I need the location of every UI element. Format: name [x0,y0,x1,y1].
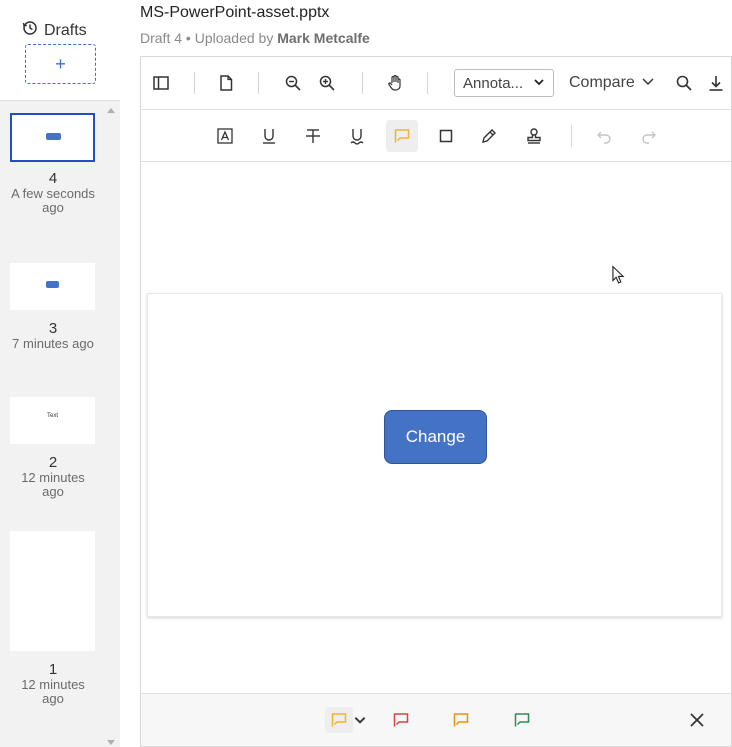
draft-time: 12 minutes ago [21,677,85,706]
thumbnail-button-shape [46,281,59,288]
zoom-in-icon[interactable] [312,68,342,98]
draft-thumbnail [10,531,95,651]
comment-icon[interactable] [386,120,418,152]
squiggly-underline-icon[interactable] [342,121,372,151]
text-box-icon[interactable] [210,121,240,151]
rectangle-icon[interactable] [431,121,461,151]
draft-label: Draft 4 [140,30,183,46]
document-viewer: Annota... Compare Change [140,56,732,747]
draft-number: 2 [48,454,58,471]
draft-item-4[interactable]: 4 A few seconds ago [10,113,96,215]
drafts-header: Drafts + [0,0,120,100]
pan-hand-icon[interactable] [380,68,410,98]
pencil-icon[interactable] [474,121,504,151]
draft-number: 3 [48,320,58,337]
drafts-title: Drafts [22,20,87,41]
compare-dropdown[interactable]: Compare [569,69,655,97]
add-draft-label: + [55,53,66,74]
file-title: MS-PowerPoint-asset.pptx [140,4,330,21]
comment-style-bar [141,693,731,746]
slide-page[interactable]: Change [147,293,722,617]
draft-time: 12 minutes ago [21,470,85,499]
annotation-mode-value: Annota... [463,74,524,92]
draft-thumbnail: Text [10,397,95,444]
download-icon[interactable] [701,68,731,98]
file-subtitle: Draft 4 • Uploaded by Mark Metcalfe [140,30,370,46]
draft-thumbnail [10,263,95,310]
drafts-rail: Drafts + 4 A few seconds ago 3 7 minutes… [0,0,120,747]
stamp-icon[interactable] [519,121,549,151]
toolbar-divider [427,72,428,94]
mouse-cursor-icon [612,265,625,290]
draft-time: 7 minutes ago [12,336,94,351]
thumbnail-button-shape [46,133,61,140]
redo-icon[interactable] [634,121,664,151]
toolbar-divider [571,125,572,147]
drafts-title-text: Drafts [44,21,87,39]
draft-number: 1 [48,661,58,678]
draft-item-1[interactable]: 1 12 minutes ago [10,531,96,706]
draft-item-3[interactable]: 3 7 minutes ago [10,263,96,351]
compare-label: Compare [569,74,635,91]
toolbar-divider [194,72,195,94]
close-icon[interactable] [685,708,709,732]
history-icon [22,20,38,41]
comment-orange-icon[interactable] [447,707,475,733]
uploaded-prefix: Uploaded by [194,30,274,46]
rail-divider [0,100,120,101]
zoom-out-icon[interactable] [278,68,308,98]
thumbnail-text: Text [46,413,58,419]
page-icon[interactable] [211,68,241,98]
underline-icon[interactable] [254,121,284,151]
scroll-down-arrow-icon[interactable] [107,740,115,745]
comment-red-icon[interactable] [387,707,415,733]
strikethrough-icon[interactable] [298,121,328,151]
annotation-toolbar [141,110,731,162]
chevron-down-icon [533,75,545,92]
uploader-name: Mark Metcalfe [277,30,370,46]
drafts-scrollbar[interactable] [104,102,118,747]
draft-thumbnail [10,113,95,162]
separator-dot: • [185,30,195,46]
comment-green-icon[interactable] [508,707,536,733]
chevron-down-icon [641,74,655,93]
slide-button-text: Change [405,427,466,446]
draft-time: A few seconds ago [11,186,95,215]
slide-button-shape: Change [384,410,487,464]
toolbar-divider [258,72,259,94]
chevron-down-icon[interactable] [353,707,367,733]
draft-number: 4 [48,170,58,187]
scroll-up-arrow-icon[interactable] [107,108,115,113]
draft-item-2[interactable]: Text 2 12 minutes ago [10,397,96,499]
undo-icon[interactable] [589,121,619,151]
main-toolbar: Annota... Compare [141,57,731,110]
search-icon[interactable] [669,68,699,98]
sidebar-toggle-icon[interactable] [146,68,176,98]
comment-yellow-icon[interactable] [325,707,353,733]
app-root: Drafts + 4 A few seconds ago 3 7 minutes… [0,0,732,747]
annotation-mode-select[interactable]: Annota... [454,69,554,97]
add-draft-button[interactable]: + [25,44,96,84]
toolbar-divider [362,72,363,94]
